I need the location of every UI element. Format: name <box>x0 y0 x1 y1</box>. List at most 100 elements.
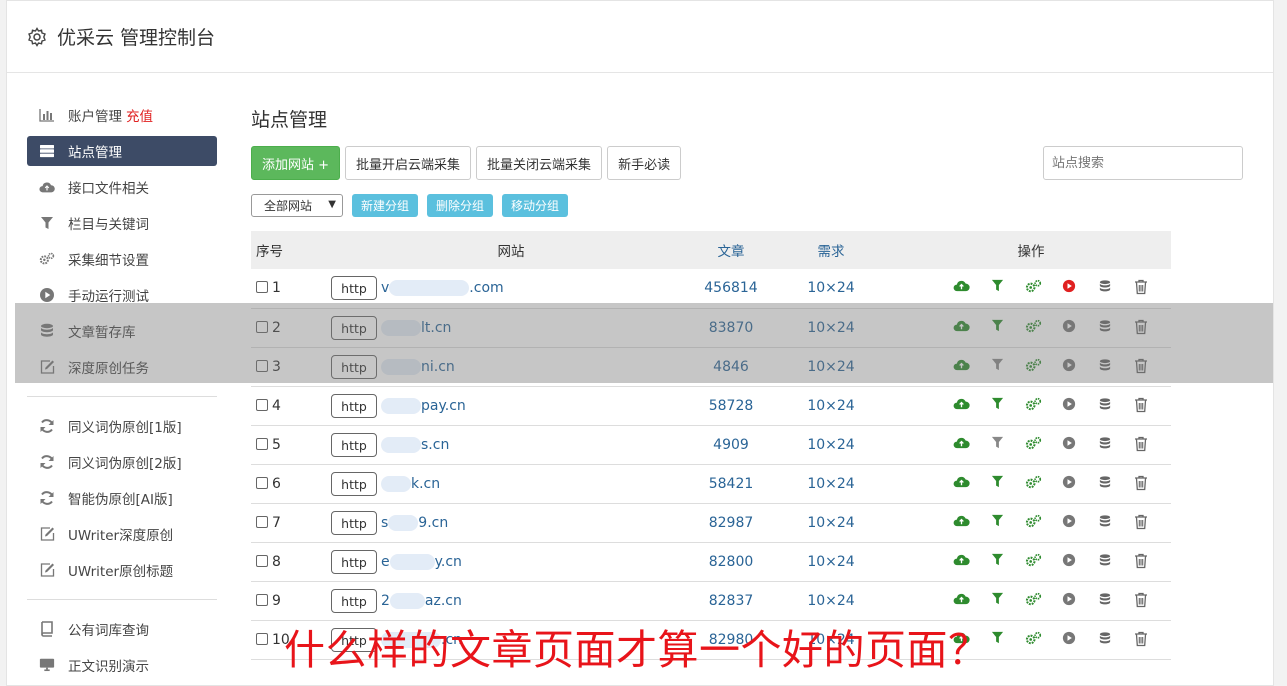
sidebar-item-items2-3[interactable]: UWriter深度原创 <box>27 516 217 552</box>
demand-value[interactable]: 10×24 <box>771 542 891 581</box>
row-checkbox[interactable] <box>256 398 268 411</box>
sidebar-item-items3-0[interactable]: 公有词库查询 <box>27 611 217 647</box>
move-group-button[interactable]: 移动分组 <box>502 193 569 217</box>
cogs-icon[interactable] <box>1015 631 1051 649</box>
trash-icon[interactable] <box>1123 631 1159 649</box>
cloud-upload-icon[interactable] <box>943 319 979 337</box>
cloud-upload-icon[interactable] <box>943 514 979 532</box>
recharge-link[interactable]: 充值 <box>126 105 153 125</box>
delete-group-button[interactable]: 删除分组 <box>427 193 494 217</box>
cogs-icon[interactable] <box>1015 514 1051 532</box>
filter-icon[interactable] <box>979 475 1015 493</box>
cogs-icon[interactable] <box>1015 279 1051 297</box>
database-icon[interactable] <box>1087 592 1123 610</box>
row-checkbox[interactable] <box>256 515 268 528</box>
cogs-icon[interactable] <box>1015 436 1051 454</box>
row-checkbox[interactable] <box>256 359 268 372</box>
article-count[interactable]: 58728 <box>691 386 771 425</box>
sidebar-item-items2-4[interactable]: UWriter原创标题 <box>27 552 217 588</box>
trash-icon[interactable] <box>1123 475 1159 493</box>
row-checkbox[interactable] <box>256 554 268 567</box>
cogs-icon[interactable] <box>1015 592 1051 610</box>
cloud-upload-icon[interactable] <box>943 279 979 297</box>
demand-value[interactable]: 10×24 <box>771 308 891 347</box>
cloud-upload-icon[interactable] <box>943 358 979 376</box>
cogs-icon[interactable] <box>1015 397 1051 415</box>
trash-icon[interactable] <box>1123 436 1159 454</box>
demand-value[interactable]: 10×24 <box>771 425 891 464</box>
cloud-upload-icon[interactable] <box>943 592 979 610</box>
article-count[interactable]: 83870 <box>691 308 771 347</box>
trash-icon[interactable] <box>1123 358 1159 376</box>
sidebar-item-items2-2[interactable]: 智能伪原创[AI版] <box>27 480 217 516</box>
site-domain[interactable]: .com <box>469 280 503 296</box>
play-circle-icon[interactable] <box>1051 319 1087 337</box>
cloud-upload-icon[interactable] <box>943 475 979 493</box>
filter-icon[interactable] <box>979 514 1015 532</box>
database-icon[interactable] <box>1087 631 1123 649</box>
sidebar-item-items2-1[interactable]: 同义词伪原创[2版] <box>27 444 217 480</box>
article-count[interactable]: 58421 <box>691 464 771 503</box>
row-checkbox[interactable] <box>256 437 268 450</box>
new-group-button[interactable]: 新建分组 <box>352 193 419 217</box>
site-domain[interactable]: az.cn <box>425 593 462 609</box>
play-circle-icon[interactable] <box>1051 592 1087 610</box>
sidebar-item-items-7[interactable]: 深度原创任务 <box>27 349 217 385</box>
sidebar-item-items-0[interactable]: 账户管理 充值 <box>27 97 217 133</box>
site-domain[interactable]: lt.cn <box>421 320 451 336</box>
sidebar-item-items-5[interactable]: 手动运行测试 <box>27 277 217 313</box>
cogs-icon[interactable] <box>1015 358 1051 376</box>
play-circle-icon[interactable] <box>1051 631 1087 649</box>
trash-icon[interactable] <box>1123 553 1159 571</box>
cogs-icon[interactable] <box>1015 475 1051 493</box>
site-domain[interactable]: k.cn <box>411 476 440 492</box>
batch-open-cloud-button[interactable]: 批量开启云端采集 <box>345 146 472 180</box>
trash-icon[interactable] <box>1123 592 1159 610</box>
filter-icon[interactable] <box>979 592 1015 610</box>
sidebar-item-items-2[interactable]: 接口文件相关 <box>27 169 217 205</box>
filter-icon[interactable] <box>979 553 1015 571</box>
play-circle-icon[interactable] <box>1051 358 1087 376</box>
filter-icon[interactable] <box>979 436 1015 454</box>
site-domain-lead[interactable]: v <box>381 280 389 296</box>
sidebar-item-items-6[interactable]: 文章暂存库 <box>27 313 217 349</box>
row-checkbox[interactable] <box>256 320 268 333</box>
demand-value[interactable]: 10×24 <box>771 503 891 542</box>
row-checkbox[interactable] <box>256 476 268 489</box>
sidebar-item-items2-0[interactable]: 同义词伪原创[1版] <box>27 408 217 444</box>
demand-value[interactable]: 10×24 <box>771 581 891 620</box>
database-icon[interactable] <box>1087 553 1123 571</box>
batch-close-cloud-button[interactable]: 批量关闭云端采集 <box>476 146 603 180</box>
sidebar-item-items3-1[interactable]: 正文识别演示 <box>27 647 217 683</box>
database-icon[interactable] <box>1087 397 1123 415</box>
cloud-upload-icon[interactable] <box>943 397 979 415</box>
play-circle-icon[interactable] <box>1051 553 1087 571</box>
filter-icon[interactable] <box>979 319 1015 337</box>
article-count[interactable]: 4909 <box>691 425 771 464</box>
site-domain[interactable]: ni.cn <box>421 359 455 375</box>
play-circle-icon[interactable] <box>1051 397 1087 415</box>
cogs-icon[interactable] <box>1015 319 1051 337</box>
sidebar-item-items-1[interactable]: 站点管理 <box>27 136 217 166</box>
site-search-input[interactable] <box>1043 146 1243 180</box>
database-icon[interactable] <box>1087 319 1123 337</box>
database-icon[interactable] <box>1087 358 1123 376</box>
cloud-upload-icon[interactable] <box>943 553 979 571</box>
trash-icon[interactable] <box>1123 319 1159 337</box>
filter-icon[interactable] <box>979 279 1015 297</box>
filter-icon[interactable] <box>979 397 1015 415</box>
trash-icon[interactable] <box>1123 279 1159 297</box>
add-site-button[interactable]: 添加网站 + <box>251 146 341 180</box>
cloud-upload-icon[interactable] <box>943 436 979 454</box>
trash-icon[interactable] <box>1123 397 1159 415</box>
database-icon[interactable] <box>1087 279 1123 297</box>
site-domain-lead[interactable]: 2 <box>381 593 390 609</box>
article-count[interactable]: 82837 <box>691 581 771 620</box>
row-checkbox[interactable] <box>256 593 268 606</box>
site-domain-lead[interactable]: s <box>381 515 388 531</box>
site-domain[interactable]: y.cn <box>435 554 462 570</box>
database-icon[interactable] <box>1087 436 1123 454</box>
play-circle-icon[interactable] <box>1051 514 1087 532</box>
database-icon[interactable] <box>1087 514 1123 532</box>
site-domain[interactable]: pay.cn <box>421 398 466 414</box>
